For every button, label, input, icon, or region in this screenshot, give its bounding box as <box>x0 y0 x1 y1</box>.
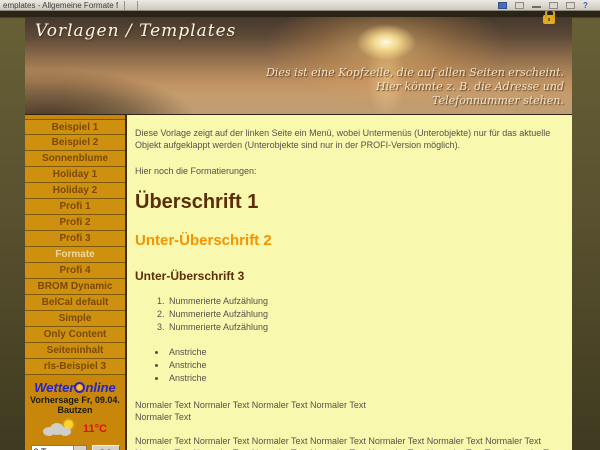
bullet-list-item: Anstriche <box>167 359 564 372</box>
normal-text-line: Normaler Text Normaler Text Normaler Tex… <box>135 400 366 410</box>
sidebar-item-profi-1[interactable]: Profi 1 <box>25 199 125 215</box>
numbered-list: Nummerierte Aufzählung Nummerierte Aufzä… <box>135 295 564 334</box>
template-page: Vorlagen / Templates Dies ist eine Kopfz… <box>25 17 572 450</box>
toolbar-separator <box>124 1 125 10</box>
cloud-sun-icon <box>43 423 73 436</box>
main-content: Diese Vorlage zeigt auf der linken Seite… <box>127 115 572 450</box>
sidebar-item-brom-dynamic[interactable]: BROM Dynamic <box>25 279 125 295</box>
sidebar-item-only-content[interactable]: Only Content <box>25 327 125 343</box>
sidebar-item-holiday-1[interactable]: Holiday 1 <box>25 167 125 183</box>
numbered-list-item: Nummerierte Aufzählung <box>167 321 564 334</box>
browser-minimize-icon[interactable] <box>532 3 541 8</box>
heading-1: Überschrift 1 <box>135 191 564 214</box>
sidebar-item-formate[interactable]: Formate <box>25 247 125 263</box>
browser-bookmark-icon[interactable] <box>498 2 507 9</box>
browser-zoom-icon[interactable] <box>549 2 558 9</box>
go-button[interactable]: GO <box>92 445 120 450</box>
sun-o-icon <box>74 382 85 393</box>
logo-text-nline: nline <box>85 380 115 395</box>
sidebar-item-profi-2[interactable]: Profi 2 <box>25 215 125 231</box>
forecast-label: Vorhersage Fr, 09.04. <box>25 395 125 405</box>
bullet-list: Anstriche Anstriche Anstriche <box>135 346 564 385</box>
page-title: Vorlagen / Templates <box>35 21 236 41</box>
wetteronline-logo[interactable]: Wetter nline <box>25 381 125 395</box>
sidebar-item-beispiel-2[interactable]: Beispiel 2 <box>25 135 125 151</box>
long-text-paragraph: Normaler Text Normaler Text Normaler Tex… <box>135 435 564 450</box>
formats-label: Hier noch die Formatierungen: <box>135 165 564 177</box>
weather-widget: Wetter nline Vorhersage Fr, 09.04. Bautze… <box>25 381 125 450</box>
sidebar-item-simple[interactable]: Simple <box>25 311 125 327</box>
normal-text-paragraph: Normaler Text Normaler Text Normaler Tex… <box>135 399 564 423</box>
header-note: Dies ist eine Kopfzeile, die auf allen S… <box>266 66 564 108</box>
sidebar-item-beispiel-1[interactable]: Beispiel 1 <box>25 119 125 135</box>
browser-page-icon[interactable] <box>566 2 575 9</box>
browser-print-icon[interactable] <box>515 2 524 9</box>
header-note-line: Dies ist eine Kopfzeile, die auf allen S… <box>266 66 564 80</box>
browser-tab-title[interactable]: emplates - Allgemeine Formate für Texte … <box>0 1 118 10</box>
header-note-line: Hier könnte z. B. die Adresse und <box>266 80 564 94</box>
sidebar-item-seiteninhalt[interactable]: Seiteninhalt <box>25 343 125 359</box>
intro-paragraph: Diese Vorlage zeigt auf der linken Seite… <box>135 127 564 151</box>
sidebar: Beispiel 1 Beispiel 2 Sonnenblume Holida… <box>25 115 127 450</box>
heading-3: Unter-Überschrift 3 <box>135 269 564 283</box>
browser-help-icon[interactable]: ? <box>583 2 592 9</box>
header-image: Vorlagen / Templates Dies ist eine Kopfz… <box>25 17 572 115</box>
header-note-line: Telefonnummer stehen. <box>266 94 564 108</box>
sidebar-item-belcal-default[interactable]: BelCal default <box>25 295 125 311</box>
select-value: 3 Tage <box>32 446 73 450</box>
browser-toolbar: emplates - Allgemeine Formate für Texte … <box>0 0 600 11</box>
temperature-value: 11°C <box>83 423 107 435</box>
bullet-list-item: Anstriche <box>167 372 564 385</box>
normal-text-line: Normaler Text <box>135 412 191 422</box>
sidebar-menu: Beispiel 1 Beispiel 2 Sonnenblume Holida… <box>25 119 125 375</box>
sidebar-item-sonnenblume[interactable]: Sonnenblume <box>25 151 125 167</box>
numbered-list-item: Nummerierte Aufzählung <box>167 308 564 321</box>
chevron-down-icon[interactable]: ▼ <box>73 446 86 450</box>
toolbar-separator <box>137 1 138 10</box>
sidebar-item-rls-beispiel-3[interactable]: rls-Beispiel 3 <box>25 359 125 375</box>
bullet-list-item: Anstriche <box>167 346 564 359</box>
logo-text-wetter: Wetter <box>34 380 74 395</box>
forecast-city: Bautzen <box>25 405 125 415</box>
sidebar-item-profi-4[interactable]: Profi 4 <box>25 263 125 279</box>
heading-2: Unter-Überschrift 2 <box>135 232 564 249</box>
sidebar-item-holiday-2[interactable]: Holiday 2 <box>25 183 125 199</box>
numbered-list-item: Nummerierte Aufzählung <box>167 295 564 308</box>
padlock-icon[interactable] <box>543 15 555 24</box>
forecast-range-select[interactable]: 3 Tage ▼ <box>31 445 87 450</box>
sidebar-item-profi-3[interactable]: Profi 3 <box>25 231 125 247</box>
